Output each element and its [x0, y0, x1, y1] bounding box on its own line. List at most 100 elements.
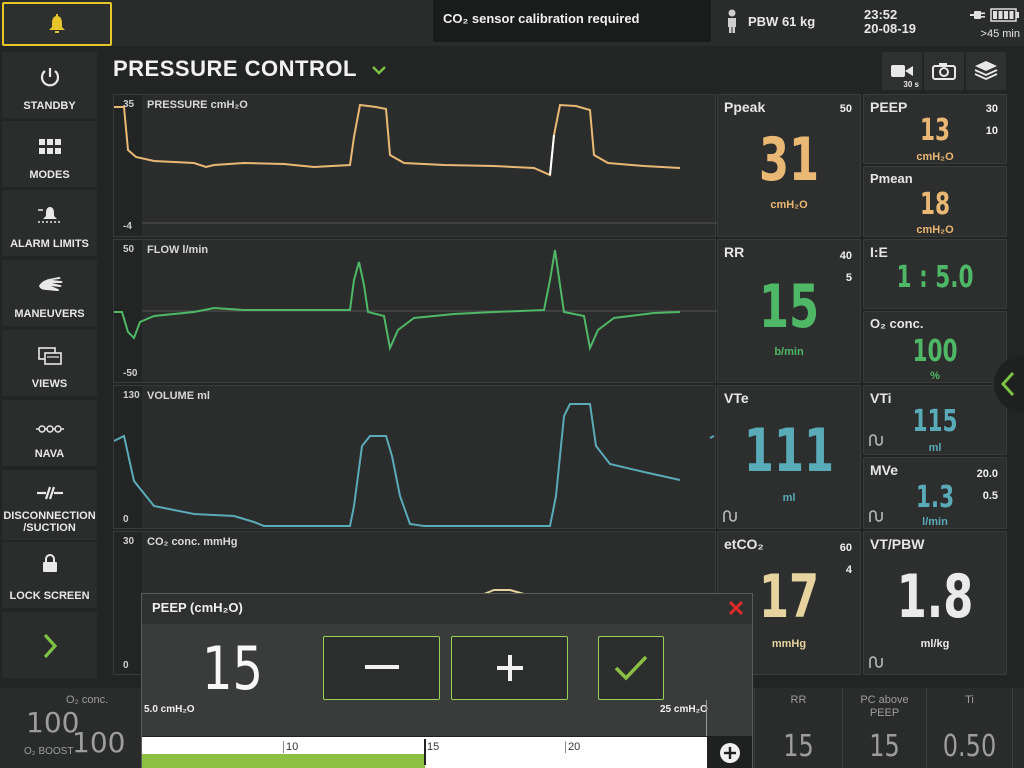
mode-selector[interactable]: PRESSURE CONTROL	[113, 56, 387, 82]
ti-setting-name: Ti	[965, 694, 974, 706]
peep-adjust-dialog: PEEP (cmH₂O) 15 5.0 cmH₂O 25 cmH₂O 10 15…	[141, 593, 753, 768]
disconnect-icon	[36, 486, 63, 500]
checkmark-icon	[614, 655, 648, 681]
logs-button[interactable]	[966, 52, 1006, 90]
lock-screen-label: LOCK SCREEN	[9, 590, 90, 602]
vtpbw-unit: ml/kg	[920, 638, 950, 650]
mve-value: 1.3	[915, 480, 955, 515]
pressure-trace	[114, 103, 717, 224]
peep-limit-low: 10	[985, 125, 998, 137]
ppeak-name: Ppeak	[724, 99, 766, 115]
ppeak-value: 31	[758, 125, 820, 195]
flow-waveform[interactable]: 50 -50 FLOW l/min	[113, 239, 717, 383]
rr-limit-high: 40	[839, 250, 852, 262]
o2-boost-label: O₂ BOOST	[24, 746, 74, 757]
etco2-limit-low: 4	[845, 564, 852, 576]
pc-above-peep-setting[interactable]: PC above PEEP 15	[842, 688, 926, 768]
rr-setting[interactable]: RR 15	[754, 688, 842, 768]
mve-tile[interactable]: MVe 20.0 0.5 1.3 l/min	[863, 457, 1007, 529]
slider-handle[interactable]	[424, 739, 426, 765]
close-button[interactable]	[726, 598, 746, 618]
maneuvers-label: MANEUVERS	[14, 308, 85, 320]
pressure-waveform[interactable]: 35 -4 PRESSURE cmH₂O	[113, 94, 717, 237]
video-record-button[interactable]: 30 s	[882, 52, 922, 90]
o2-boost-value: 100	[72, 726, 126, 759]
mve-limit-high: 20.0	[976, 468, 998, 480]
pc-above-peep-name: PC above PEEP	[860, 694, 909, 719]
rr-setting-name: RR	[790, 694, 807, 706]
etco2-value: 17	[758, 562, 820, 632]
vte-tile[interactable]: VTe 111 ml	[717, 385, 861, 529]
mode-title: PRESSURE CONTROL	[113, 56, 357, 81]
mve-name: MVe	[870, 462, 899, 478]
patient-pbw[interactable]: PBW 61 kg	[720, 0, 850, 42]
date-text: 20-08-19	[864, 21, 917, 36]
lock-screen-button[interactable]: LOCK SCREEN	[2, 542, 97, 608]
grid-icon	[38, 139, 61, 154]
standby-button[interactable]: STANDBY	[2, 52, 97, 118]
rr-name: RR	[724, 244, 745, 260]
peep-tile[interactable]: PEEP 30 10 13 cmH₂O	[863, 94, 1007, 164]
slider-tick	[565, 741, 566, 753]
layers-icon	[974, 61, 998, 80]
peep-limit-high: 30	[985, 103, 998, 115]
chevron-left-icon	[1000, 371, 1015, 397]
ti-setting[interactable]: Ti 0.50	[926, 688, 1012, 768]
vte-unit: ml	[782, 492, 796, 504]
o2-setting[interactable]: O₂ conc. 100 O₂ BOOST 100	[0, 688, 140, 768]
screenshot-button[interactable]	[924, 52, 964, 90]
views-button[interactable]: VIEWS	[2, 330, 97, 396]
ie-tile[interactable]: I:E 1 : 5.0	[863, 239, 1007, 309]
nava-button[interactable]: NAVA	[2, 400, 97, 466]
slider-tick-label: 20	[568, 741, 581, 753]
pmean-unit: cmH₂O	[916, 224, 954, 236]
video-duration: 30 s	[903, 80, 919, 89]
range-min-label: 5.0 cmH₂O	[144, 704, 195, 715]
clock: 23:52 20-08-19	[864, 8, 916, 36]
battery-icon	[990, 8, 1019, 22]
rr-value: 15	[758, 272, 820, 342]
modes-button[interactable]: MODES	[2, 121, 97, 187]
plus-icon	[496, 655, 523, 681]
compensation-icon	[869, 510, 883, 522]
alarm-limits-button[interactable]: ALARM LIMITS	[2, 190, 97, 256]
slider-tick	[283, 741, 284, 753]
ie-value: 1 : 5.0	[896, 260, 974, 295]
ppeak-tile[interactable]: Ppeak 50 31 cmH₂O	[717, 94, 861, 237]
rr-tile[interactable]: RR 40 5 15 b/min	[717, 239, 861, 383]
vtpbw-tile[interactable]: VT/PBW 1.8 ml/kg	[863, 531, 1007, 675]
rr-setting-value: 15	[783, 729, 814, 764]
ti-setting-value: 0.50	[942, 729, 997, 764]
dialog-title: PEEP (cmH₂O)	[152, 600, 243, 615]
slider-fill	[142, 754, 425, 768]
patient-icon	[728, 9, 736, 33]
o2-tile[interactable]: O₂ conc. 100 %	[863, 311, 1007, 383]
increase-button[interactable]	[451, 636, 568, 700]
pmean-tile[interactable]: Pmean 18 cmH₂O	[863, 166, 1007, 237]
alarm-bell-icon	[37, 207, 62, 223]
sidebar-expand-button[interactable]	[2, 612, 97, 678]
volume-waveform[interactable]: 130 0 VOLUME ml	[113, 385, 716, 529]
standby-label: STANDBY	[23, 100, 76, 112]
alarm-silence-button[interactable]	[2, 2, 112, 46]
power-status: >45 min	[956, 8, 1020, 40]
confirm-button[interactable]	[598, 636, 664, 700]
compensation-icon	[723, 510, 737, 522]
pbw-label: PBW 61 kg	[748, 13, 816, 29]
alarm-limits-label: ALARM LIMITS	[10, 238, 89, 250]
vti-tile[interactable]: VTi 115 ml	[863, 385, 1007, 455]
decrease-button[interactable]	[323, 636, 440, 700]
expand-range-button[interactable]	[708, 737, 752, 768]
chevron-down-icon	[372, 66, 386, 75]
o2-unit: %	[930, 370, 940, 382]
ie-name: I:E	[870, 244, 888, 260]
nava-icon	[35, 425, 64, 433]
pmean-name: Pmean	[870, 171, 913, 186]
rr-limit-low: 5	[845, 272, 852, 284]
peep-unit: cmH₂O	[916, 151, 954, 163]
o2-name: O₂ conc.	[870, 316, 924, 331]
maneuvers-button[interactable]: MANEUVERS	[2, 260, 97, 326]
disconnection-suction-button[interactable]: DISCONNECTION /SUCTION	[2, 470, 97, 540]
minus-icon	[364, 665, 399, 669]
alarm-message[interactable]: CO₂ sensor calibration required	[433, 0, 711, 42]
